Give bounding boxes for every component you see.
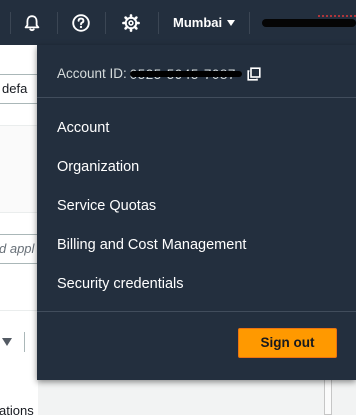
account-id-row: Account ID: 0525-5945-7087 — [57, 66, 261, 82]
redacted-username-mark — [318, 15, 356, 23]
background-input[interactable]: defa — [0, 74, 38, 104]
help-icon[interactable] — [71, 13, 91, 33]
filter-dropdown-icon[interactable] — [2, 338, 12, 346]
nav-divider — [249, 12, 250, 34]
region-label: Mumbai — [173, 15, 223, 30]
copy-icon[interactable] — [247, 66, 261, 81]
top-navigation-bar: Mumbai — [0, 0, 356, 45]
nav-divider — [57, 12, 58, 34]
bell-icon[interactable] — [22, 13, 42, 33]
menu-item-billing[interactable]: Billing and Cost Management — [57, 234, 246, 273]
scrollbar-thumb[interactable] — [324, 378, 332, 415]
background-band — [0, 126, 38, 212]
gear-icon[interactable] — [121, 13, 141, 33]
caret-down-icon — [227, 20, 236, 26]
nav-divider — [158, 12, 159, 34]
account-id-label: Account ID: — [57, 66, 127, 81]
menu-divider — [37, 311, 356, 312]
divider — [0, 212, 38, 213]
background-search-input[interactable]: d appl — [0, 234, 38, 264]
background-text: ations — [0, 403, 34, 418]
menu-divider — [37, 97, 356, 98]
account-id-value: 0525-5945-7087 — [129, 67, 242, 82]
menu-item-account[interactable]: Account — [57, 117, 246, 156]
divider — [24, 332, 25, 352]
divider — [0, 310, 38, 311]
menu-item-security-credentials[interactable]: Security credentials — [57, 273, 246, 312]
menu-item-service-quotas[interactable]: Service Quotas — [57, 195, 246, 234]
menu-item-organization[interactable]: Organization — [57, 156, 246, 195]
nav-divider — [10, 12, 11, 34]
nav-divider — [105, 12, 106, 34]
sign-out-button[interactable]: Sign out — [238, 328, 337, 358]
account-dropdown-menu: Account ID: 0525-5945-7087 Account Organ… — [37, 45, 356, 380]
account-menu-list: Account Organization Service Quotas Bill… — [57, 117, 246, 312]
account-menu-trigger[interactable] — [262, 15, 356, 29]
region-selector[interactable]: Mumbai — [173, 15, 236, 30]
account-id-redaction — [129, 70, 242, 77]
